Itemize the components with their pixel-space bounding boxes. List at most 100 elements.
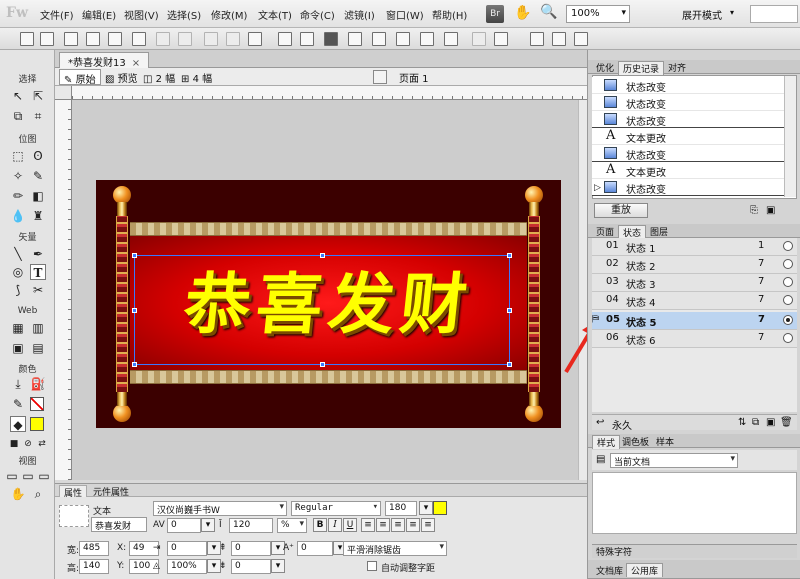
- loop-icon[interactable]: ↩: [596, 417, 604, 428]
- resize-handle[interactable]: [132, 253, 137, 258]
- bold-button[interactable]: B: [313, 518, 327, 532]
- styles-grid[interactable]: [592, 472, 797, 534]
- workspace-mode[interactable]: 展开模式: [682, 7, 722, 22]
- font-size-field[interactable]: 180: [385, 501, 417, 516]
- new-state-icon[interactable]: ▣: [766, 417, 775, 428]
- hand-tool-icon[interactable]: ✋: [10, 486, 26, 502]
- send-backward-icon[interactable]: [420, 32, 434, 46]
- search-input[interactable]: [750, 5, 798, 23]
- history-item[interactable]: A 文本更改: [592, 128, 784, 145]
- lasso-icon[interactable]: ʘ: [30, 148, 46, 164]
- tab-document-library[interactable]: 文档库: [592, 564, 627, 577]
- menu-select[interactable]: 选择(S): [167, 7, 201, 22]
- pointer-icon[interactable]: ↖: [10, 88, 26, 104]
- view-original-button[interactable]: ✎ 原始: [59, 69, 101, 86]
- knife-icon[interactable]: ✂: [30, 282, 46, 298]
- history-item[interactable]: ▷ 状态改变: [592, 179, 784, 196]
- export-icon[interactable]: [108, 32, 122, 46]
- view-4up-button[interactable]: ⊞ 4 幅: [177, 69, 216, 85]
- history-item[interactable]: 状态改变: [592, 145, 784, 162]
- hide-slices-icon[interactable]: ▣: [10, 340, 26, 356]
- bring-forward-icon[interactable]: [396, 32, 410, 46]
- opacity-field[interactable]: 100%: [167, 559, 207, 574]
- align-stretch-icon[interactable]: ≡: [421, 518, 435, 532]
- menu-text[interactable]: 文本(T): [258, 7, 292, 22]
- align-center-icon[interactable]: ≡: [376, 518, 390, 532]
- text-tool-icon[interactable]: T: [30, 264, 46, 280]
- import-icon[interactable]: [86, 32, 100, 46]
- tab-pages[interactable]: 页面: [592, 225, 618, 238]
- copy-icon[interactable]: [226, 32, 240, 46]
- new-file-icon[interactable]: [20, 32, 34, 46]
- bridge-button[interactable]: Br: [486, 5, 504, 23]
- stamp-icon[interactable]: ♜: [30, 208, 46, 224]
- leading-field[interactable]: 120: [229, 518, 273, 533]
- auto-kern-checkbox[interactable]: [367, 561, 377, 571]
- menu-view[interactable]: 视图(V): [124, 7, 159, 22]
- height-field[interactable]: 140: [79, 559, 109, 574]
- state-row-1[interactable]: 01 状态 11: [592, 238, 797, 256]
- save-icon[interactable]: [64, 32, 78, 46]
- stroke-color-swatch[interactable]: [30, 397, 44, 411]
- tab-align[interactable]: 对齐: [664, 61, 690, 74]
- page-selector[interactable]: 页面 1: [393, 70, 513, 85]
- state-toggle-radio[interactable]: [783, 259, 793, 269]
- space-before-field[interactable]: 0: [231, 541, 271, 556]
- italic-button[interactable]: I: [328, 518, 342, 532]
- resize-handle[interactable]: [320, 362, 325, 367]
- zoom-tool-icon[interactable]: ⌕: [30, 486, 46, 502]
- distribute-icon[interactable]: ⇅: [738, 417, 746, 428]
- rotate-left-icon[interactable]: [530, 32, 544, 46]
- chevron-down-icon[interactable]: ▾: [730, 8, 734, 17]
- cut-icon[interactable]: [204, 32, 218, 46]
- chevron-down-icon[interactable]: ▾: [419, 501, 433, 515]
- tab-common-library[interactable]: 公用库: [626, 563, 664, 577]
- save-command-icon[interactable]: ▣: [766, 205, 775, 216]
- align-justify-icon[interactable]: ≡: [406, 518, 420, 532]
- selection-box[interactable]: [132, 253, 512, 367]
- kerning-field[interactable]: 0: [167, 518, 201, 533]
- line-icon[interactable]: ╲: [10, 246, 26, 262]
- print-icon[interactable]: [132, 32, 146, 46]
- copy-steps-icon[interactable]: ⎘: [750, 205, 758, 216]
- history-scrollbar[interactable]: [784, 76, 796, 197]
- history-item[interactable]: 状态改变: [592, 111, 784, 128]
- subselect-icon[interactable]: ⇱: [30, 88, 46, 104]
- history-item[interactable]: A 文本更改: [592, 162, 784, 179]
- zoom-select[interactable]: 100% ▾: [566, 5, 630, 23]
- leading-unit-select[interactable]: %: [277, 518, 307, 533]
- split-icon[interactable]: [348, 32, 362, 46]
- magic-wand-icon[interactable]: ✧: [10, 168, 26, 184]
- chevron-down-icon[interactable]: ▾: [271, 559, 285, 573]
- pencil-icon[interactable]: ✏: [10, 188, 26, 204]
- state-row-6[interactable]: 06 状态 67: [592, 330, 797, 348]
- ungroup-icon[interactable]: [300, 32, 314, 46]
- send-back-icon[interactable]: [444, 32, 458, 46]
- redo-icon[interactable]: [178, 32, 192, 46]
- state-toggle-radio[interactable]: [783, 315, 793, 325]
- open-file-icon[interactable]: [40, 32, 54, 46]
- crop-icon[interactable]: ⌗: [30, 108, 46, 124]
- align-left-icon[interactable]: ≡: [361, 518, 375, 532]
- state-toggle-radio[interactable]: [783, 295, 793, 305]
- align-right-icon[interactable]: ≡: [391, 518, 405, 532]
- resize-handle[interactable]: [132, 308, 137, 313]
- duplicate-state-icon[interactable]: ⧉: [752, 417, 759, 428]
- width-field[interactable]: 485: [79, 541, 109, 556]
- styles-source-select[interactable]: 当前文档: [610, 453, 738, 468]
- tab-layers[interactable]: 图层: [646, 225, 672, 238]
- group-icon[interactable]: [278, 32, 292, 46]
- slice-icon[interactable]: ▥: [30, 320, 46, 336]
- font-family-select[interactable]: 汉仪尚巍手书W: [153, 501, 287, 516]
- forever-label[interactable]: 永久: [612, 417, 632, 432]
- marquee-icon[interactable]: ⬚: [10, 148, 26, 164]
- menu-edit[interactable]: 编辑(E): [82, 7, 116, 22]
- tab-optimize[interactable]: 优化: [592, 61, 618, 74]
- font-style-select[interactable]: Regular: [291, 501, 381, 516]
- resize-handle[interactable]: [507, 253, 512, 258]
- state-row-2[interactable]: 02 状态 27: [592, 256, 797, 274]
- flip-vertical-icon[interactable]: [574, 32, 588, 46]
- fill-color-swatch[interactable]: [30, 417, 44, 431]
- menu-filters[interactable]: 滤镜(I): [344, 7, 375, 22]
- state-toggle-radio[interactable]: [783, 333, 793, 343]
